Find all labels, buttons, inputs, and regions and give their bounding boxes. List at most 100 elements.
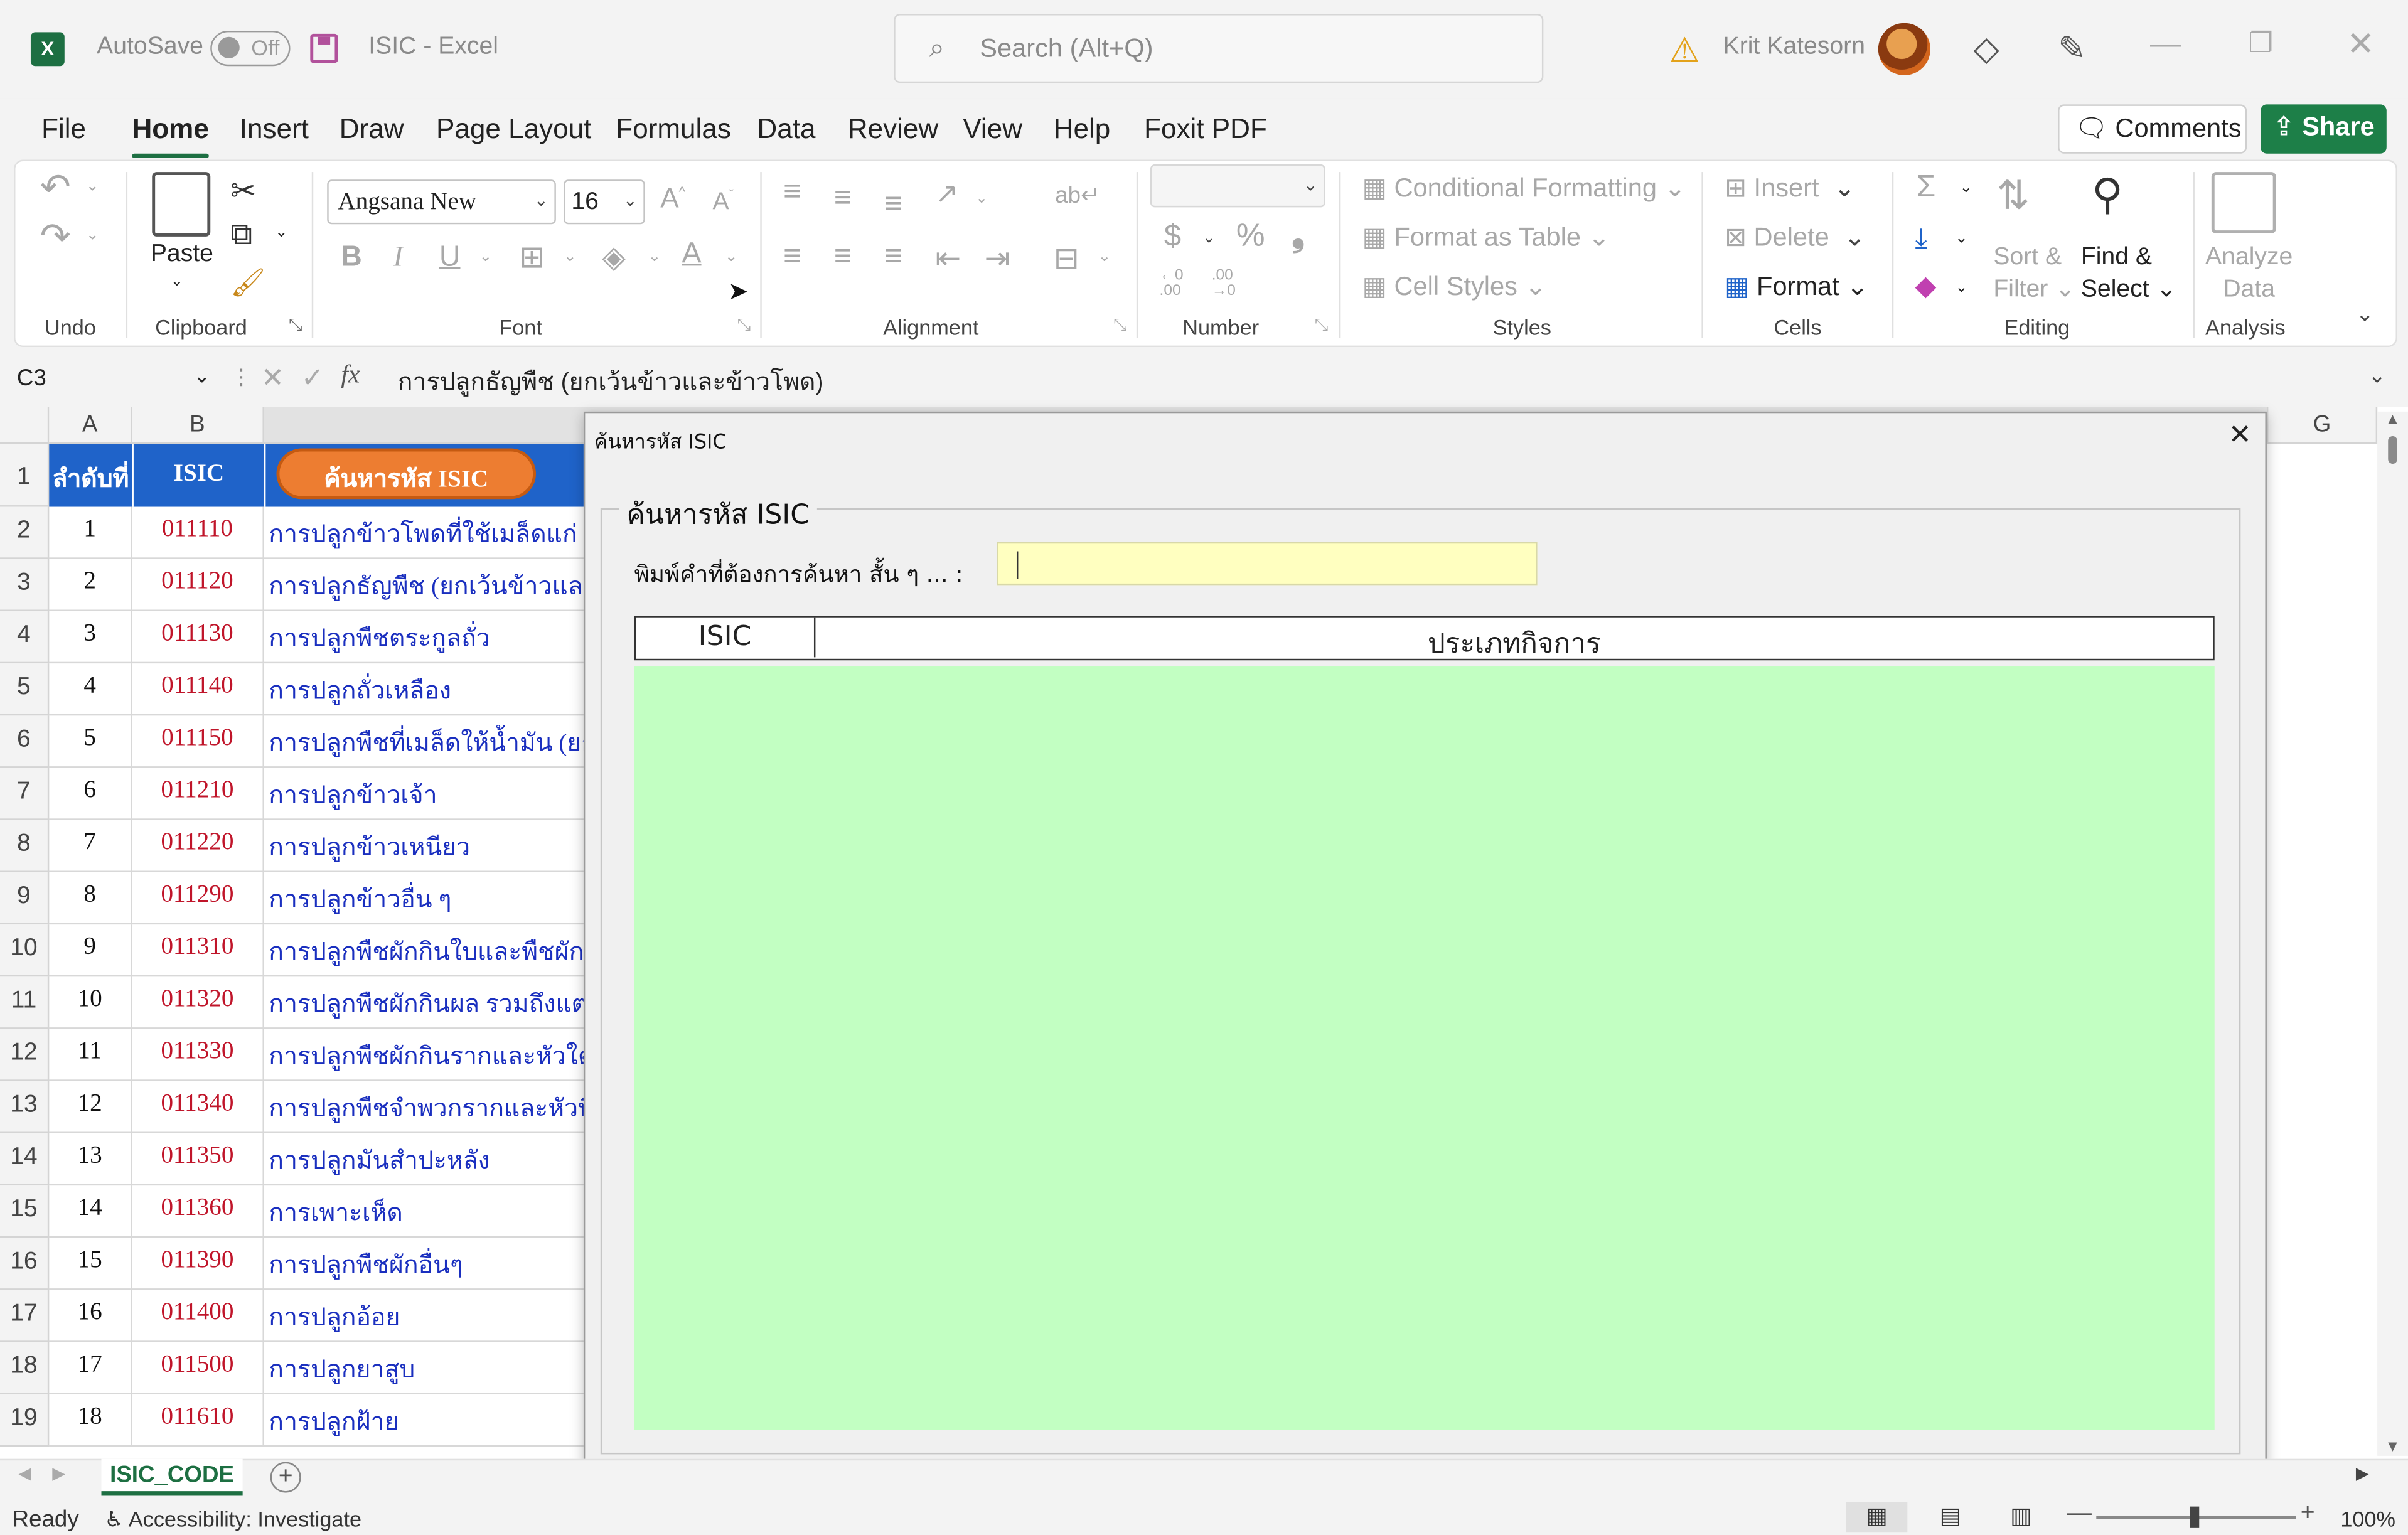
avatar[interactable] — [1878, 23, 1931, 75]
cell-isic-code[interactable]: 011150 — [132, 715, 264, 768]
prev-sheet-icon[interactable]: ◀ — [18, 1463, 31, 1484]
cell-isic-code[interactable]: 011130 — [132, 611, 264, 664]
tab-formulas[interactable]: Formulas — [616, 114, 731, 146]
fill-dropdown-icon[interactable]: ⌄ — [648, 249, 661, 265]
row-header[interactable]: 3 — [0, 559, 50, 611]
next-sheet-icon[interactable]: ▶ — [52, 1463, 65, 1484]
search-isic-button[interactable]: ค้นหารหัส ISIC — [276, 448, 537, 500]
decrease-indent-icon[interactable]: ⇤ — [935, 240, 961, 278]
confirm-entry-icon[interactable]: ✓ — [301, 363, 324, 395]
row-header[interactable]: 7 — [0, 768, 50, 820]
cell-description[interactable]: การปลูกพืชผักกินรากและหัวใต้ดิ — [264, 1029, 587, 1081]
sheet-tab-isic-code[interactable]: ISIC_CODE — [101, 1458, 243, 1496]
cell-isic-code[interactable]: 011340 — [132, 1081, 264, 1133]
font-launcher-icon[interactable]: ⤡ — [737, 316, 751, 336]
zoom-out-icon[interactable]: — — [2067, 1500, 2092, 1528]
tab-data[interactable]: Data — [757, 114, 815, 146]
cell-description[interactable]: การปลูกยาสูบ — [264, 1342, 587, 1394]
cell-isic-code[interactable]: 011330 — [132, 1029, 264, 1081]
minimize-button[interactable]: — — [2150, 28, 2181, 63]
cancel-entry-icon[interactable]: ✕ — [261, 363, 284, 395]
zoom-level[interactable]: 100% — [2340, 1507, 2395, 1531]
diamond-icon[interactable]: ◇ — [1974, 29, 1999, 69]
currency-icon[interactable]: $ — [1164, 220, 1181, 255]
normal-view-icon[interactable]: ▦ — [1846, 1502, 1908, 1533]
format-as-table-button[interactable]: ▦ Format as Table ⌄ — [1362, 223, 1610, 254]
find-icon[interactable]: ⚲ — [2092, 169, 2123, 220]
tab-page-layout[interactable]: Page Layout — [436, 114, 591, 146]
formula-input[interactable]: การปลูกธัญพืช (ยกเว้นข้าวและข้าวโพด) — [398, 364, 824, 402]
cell-description[interactable]: การปลูกอ้อย — [264, 1290, 587, 1342]
fill-dropdown-icon[interactable]: ⌄ — [1955, 230, 1968, 247]
column-header-b[interactable]: B — [132, 407, 264, 444]
row-header[interactable]: 17 — [0, 1290, 50, 1342]
user-name[interactable]: Krit Katesorn — [1723, 34, 1865, 62]
decrease-decimal-icon[interactable]: .00 →0 — [1212, 268, 1236, 299]
header-cell-order[interactable]: ลำดับที่ — [49, 444, 132, 507]
cell-order[interactable]: 17 — [49, 1342, 132, 1394]
close-window-button[interactable]: ✕ — [2346, 24, 2375, 65]
currency-dropdown-icon[interactable]: ⌄ — [1202, 230, 1216, 247]
comma-style-icon[interactable]: ❟ — [1292, 215, 1305, 255]
redo-dropdown-icon[interactable]: ⌄ — [86, 227, 99, 244]
fill-icon[interactable]: ⤓ — [1915, 223, 1928, 255]
cell-order[interactable]: 5 — [49, 715, 132, 768]
find-select-button[interactable]: Find & Select ⌄ — [2081, 241, 2177, 306]
cell-description[interactable]: การปลูกธัญพืช (ยกเว้นข้าวและข้ — [264, 559, 587, 611]
row-header[interactable]: 10 — [0, 924, 50, 977]
cell-order[interactable]: 1 — [49, 506, 132, 559]
cell-description[interactable]: การปลูกพืชตระกูลถั่ว — [264, 611, 587, 664]
align-middle-icon[interactable]: ≡ — [834, 181, 852, 217]
italic-icon[interactable]: I — [393, 241, 402, 275]
number-format-select[interactable]: ⌄ — [1150, 164, 1325, 208]
tab-draw[interactable]: Draw — [340, 114, 404, 146]
cell-order[interactable]: 11 — [49, 1029, 132, 1081]
tab-file[interactable]: File — [41, 114, 86, 146]
cell-order[interactable]: 14 — [49, 1185, 132, 1238]
vertical-scrollbar[interactable]: ▲ ▼ — [2377, 411, 2408, 1456]
autosum-dropdown-icon[interactable]: ⌄ — [1959, 179, 1972, 196]
decrease-font-icon[interactable]: Aˇ — [712, 188, 733, 217]
scroll-up-icon[interactable]: ▲ — [2385, 412, 2400, 429]
pen-icon[interactable]: ✎ — [2058, 29, 2086, 69]
autosave-toggle[interactable]: Off — [210, 30, 291, 67]
cell-order[interactable]: 16 — [49, 1290, 132, 1342]
clear-icon[interactable]: ◆ — [1915, 270, 1937, 302]
row-header[interactable]: 5 — [0, 663, 50, 716]
orientation-dropdown-icon[interactable]: ⌄ — [975, 190, 988, 207]
align-bottom-icon[interactable]: ≡ — [885, 188, 903, 223]
cell-description[interactable]: การปลูกข้าวโพดที่ใช้เมล็ดแก่ — [264, 507, 587, 559]
align-top-icon[interactable]: ≡ — [783, 175, 801, 210]
align-center-icon[interactable]: ≡ — [834, 240, 852, 275]
merge-center-icon[interactable]: ⊟ — [1054, 240, 1079, 278]
cell-order[interactable]: 4 — [49, 663, 132, 716]
font-color-icon[interactable]: A — [682, 238, 702, 272]
analyze-data-icon[interactable] — [2211, 172, 2276, 233]
bold-icon[interactable]: B — [341, 241, 362, 275]
zoom-in-icon[interactable]: + — [2301, 1500, 2315, 1528]
cell-isic-code[interactable]: 011310 — [132, 924, 264, 977]
cell-order[interactable]: 8 — [49, 872, 132, 925]
cell-description[interactable]: การปลูกพืชจำพวกรากและหัวที่ใ — [264, 1081, 587, 1133]
cell-order[interactable]: 3 — [49, 611, 132, 664]
cell-isic-code[interactable]: 011610 — [132, 1394, 264, 1447]
share-button[interactable]: ⇪ Share — [2261, 104, 2387, 154]
percent-icon[interactable]: % — [1236, 218, 1265, 255]
cell-isic-code[interactable]: 011400 — [132, 1290, 264, 1342]
row-header[interactable]: 2 — [0, 506, 50, 559]
row-header[interactable]: 4 — [0, 611, 50, 664]
search-input[interactable]: ⌕ Search (Alt+Q) — [894, 14, 1544, 83]
analyze-data-button[interactable]: Analyze Data — [2205, 241, 2293, 306]
insert-cells-button[interactable]: ⊞ Insert ⌄ — [1725, 174, 1856, 205]
column-header-g[interactable]: G — [2266, 407, 2378, 444]
tab-home[interactable]: Home — [132, 114, 209, 159]
cell-description[interactable]: การปลูกพืชผักกินผล รวมถึงแตง — [264, 976, 587, 1029]
cell-order[interactable]: 2 — [49, 559, 132, 611]
header-cell-isic[interactable]: ISIC — [132, 444, 264, 507]
row-header[interactable]: 13 — [0, 1081, 50, 1133]
keyword-search-input[interactable] — [997, 542, 1538, 586]
cell-description[interactable]: การเพาะเห็ด — [264, 1185, 587, 1238]
zoom-slider-thumb[interactable] — [2190, 1506, 2200, 1528]
cell-order[interactable]: 6 — [49, 768, 132, 820]
cell-description[interactable]: การปลูกข้าวเหนียว — [264, 820, 587, 872]
